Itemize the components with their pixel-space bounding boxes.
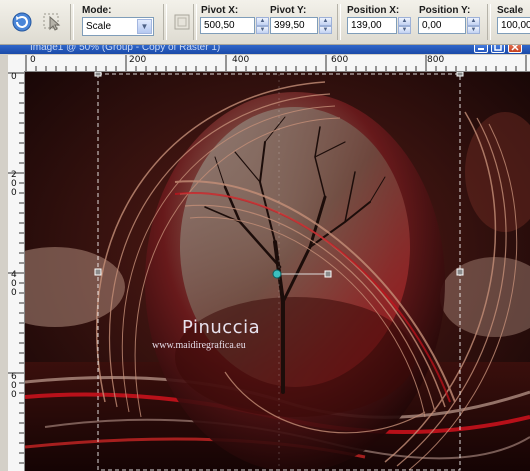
position-y-field[interactable]: 0,00 bbox=[418, 17, 466, 34]
pivot-y-label: Pivot Y: bbox=[270, 5, 307, 16]
ruler-label-600: 600 bbox=[331, 55, 349, 65]
maximize-button[interactable] bbox=[491, 45, 505, 53]
document-title-bar[interactable]: Image1 @ 50% (Group - Copy of Raster 1) bbox=[0, 45, 530, 54]
separator bbox=[70, 4, 74, 40]
close-icon bbox=[511, 45, 519, 51]
right-handle[interactable] bbox=[456, 268, 464, 276]
top-left-handle[interactable] bbox=[94, 72, 102, 77]
left-handle[interactable] bbox=[94, 268, 102, 276]
separator bbox=[337, 4, 341, 40]
spin-up-icon[interactable]: ▲ bbox=[467, 17, 480, 26]
mode-value: Scale bbox=[86, 21, 112, 32]
position-x-label: Position X: bbox=[347, 5, 400, 16]
maximize-icon bbox=[494, 45, 502, 51]
document-title: Image1 @ 50% (Group - Copy of Raster 1) bbox=[30, 45, 221, 53]
position-x-spinner[interactable]: ▲ ▼ bbox=[398, 17, 411, 34]
ruler-label-v200: 200 bbox=[11, 170, 17, 198]
watermark-url: www.maidiregrafica.eu bbox=[152, 340, 246, 351]
minimize-icon bbox=[478, 48, 484, 50]
position-y-label: Position Y: bbox=[419, 5, 471, 16]
vertical-ruler: 0 200 400 600 bbox=[8, 71, 25, 471]
spin-up-icon[interactable]: ▲ bbox=[319, 17, 332, 26]
spin-up-icon[interactable]: ▲ bbox=[398, 17, 411, 26]
tool-options-bar: Mode: Scale ▼ Pivot X: 500,50 ▲ ▼ Pivot Y… bbox=[0, 0, 530, 45]
pivot-x-label: Pivot X: bbox=[201, 5, 239, 16]
pivot-x-field[interactable]: 500,50 bbox=[200, 17, 255, 34]
position-y-spinner[interactable]: ▲ ▼ bbox=[467, 17, 480, 34]
constrain-button[interactable] bbox=[170, 10, 194, 34]
separator bbox=[163, 4, 167, 40]
chevron-down-icon[interactable]: ▼ bbox=[137, 19, 152, 34]
grid-square-icon bbox=[174, 14, 190, 30]
ruler-label-200: 200 bbox=[129, 55, 147, 65]
ruler-label-v0: 0 bbox=[11, 72, 17, 82]
ruler-label-800: 800 bbox=[427, 55, 445, 65]
spin-down-icon[interactable]: ▼ bbox=[398, 25, 411, 34]
reset-button[interactable] bbox=[10, 10, 34, 34]
pick-cursor-icon bbox=[43, 13, 61, 31]
horizontal-ruler: 0 200 400 600 800 bbox=[8, 55, 530, 72]
separator bbox=[193, 4, 197, 40]
pick-tool-icon-button[interactable] bbox=[40, 10, 64, 34]
rotation-handle[interactable] bbox=[324, 270, 332, 278]
scale-x-field[interactable]: 100,00 bbox=[497, 17, 530, 34]
pivot-y-field[interactable]: 399,50 bbox=[270, 17, 318, 34]
position-x-field[interactable]: 139,00 bbox=[347, 17, 397, 34]
pivot-x-spinner[interactable]: ▲ ▼ bbox=[256, 17, 269, 34]
ruler-label-v600: 600 bbox=[11, 372, 17, 400]
spin-down-icon[interactable]: ▼ bbox=[319, 25, 332, 34]
spin-down-icon[interactable]: ▼ bbox=[467, 25, 480, 34]
spin-down-icon[interactable]: ▼ bbox=[256, 25, 269, 34]
mode-select[interactable]: Scale ▼ bbox=[82, 17, 154, 36]
ruler-label-0: 0 bbox=[30, 55, 36, 65]
pivot-point-handle[interactable] bbox=[272, 269, 282, 279]
top-right-handle[interactable] bbox=[456, 72, 464, 77]
pivot-y-spinner[interactable]: ▲ ▼ bbox=[319, 17, 332, 34]
reset-icon bbox=[12, 12, 32, 32]
watermark-name: Pinuccia bbox=[182, 317, 261, 338]
spin-up-icon[interactable]: ▲ bbox=[256, 17, 269, 26]
close-button[interactable] bbox=[508, 45, 522, 53]
ruler-label-400: 400 bbox=[232, 55, 250, 65]
mode-label: Mode: bbox=[82, 5, 112, 16]
horizontal-ruler-ticks bbox=[25, 55, 527, 71]
minimize-button[interactable] bbox=[474, 45, 488, 53]
ruler-label-v400: 400 bbox=[11, 270, 17, 298]
image-canvas[interactable]: Pinuccia www.maidiregrafica.eu bbox=[25, 72, 530, 471]
artwork bbox=[25, 72, 530, 471]
separator bbox=[487, 4, 491, 40]
